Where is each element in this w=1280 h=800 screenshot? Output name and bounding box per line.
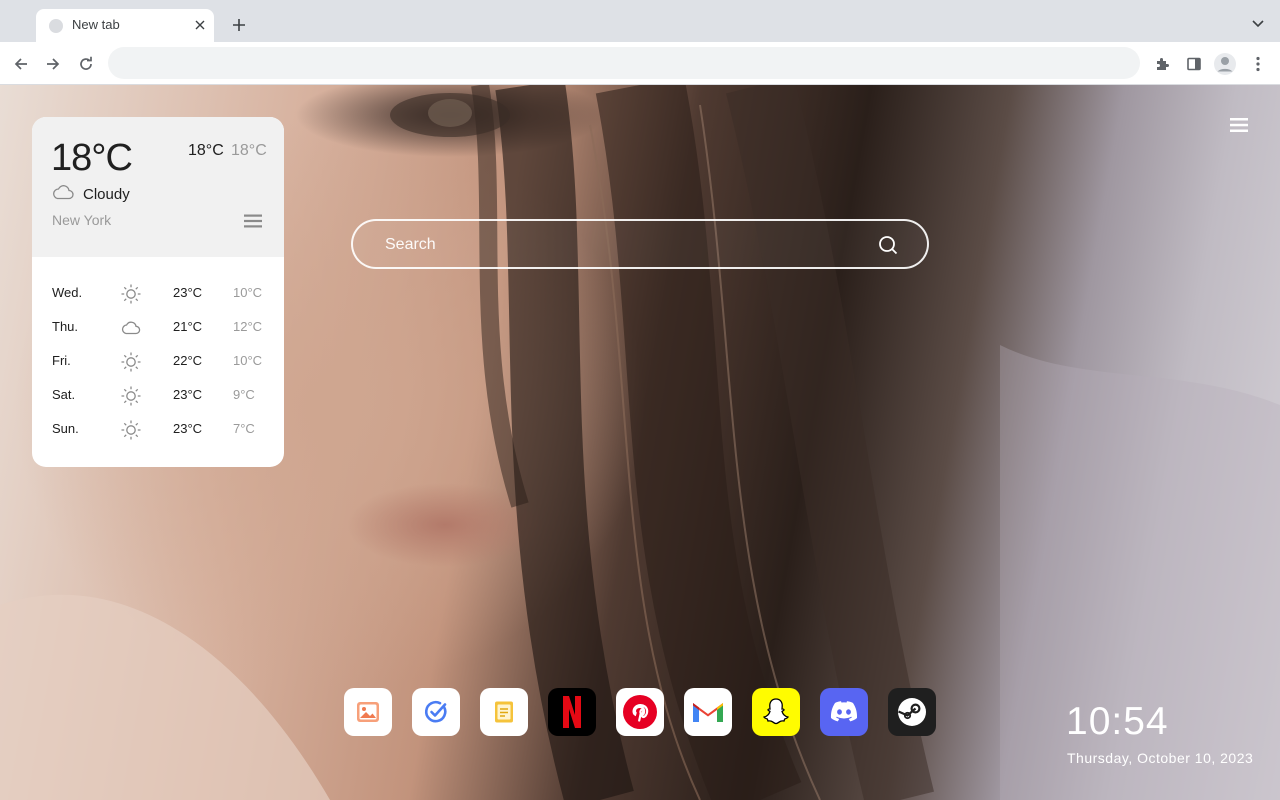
cloud-icon (53, 185, 74, 200)
address-bar[interactable] (108, 47, 1140, 79)
reload-icon (80, 56, 92, 70)
menu-icon (244, 214, 262, 228)
netflix-icon (563, 696, 581, 728)
forecast-day: Thu. (52, 319, 79, 334)
arrow-left-icon (14, 58, 27, 70)
forecast-high: 23°C (173, 387, 203, 402)
forecast-low: 10°C (233, 353, 263, 368)
steam-app-button[interactable] (888, 688, 936, 736)
tab-favicon-icon (49, 19, 63, 33)
pinterest-icon (623, 695, 657, 729)
check-icon (424, 700, 447, 723)
puzzle-icon (1157, 58, 1169, 70)
weather-city: New York (52, 212, 112, 228)
reload-button[interactable] (73, 51, 99, 77)
today-high-temperature: 18°C (188, 142, 224, 159)
netflix-app-button[interactable] (548, 688, 596, 736)
extensions-button[interactable] (1149, 51, 1175, 77)
page-menu-button[interactable] (1228, 115, 1250, 135)
cloud-icon (121, 321, 141, 335)
profile-button[interactable] (1212, 51, 1238, 77)
gallery-app-button[interactable] (344, 688, 392, 736)
steam-icon (898, 698, 926, 726)
tab-close-button[interactable] (191, 16, 209, 34)
weather-menu-button[interactable] (243, 213, 263, 229)
side-panel-button[interactable] (1181, 51, 1207, 77)
more-vertical-icon (1256, 56, 1260, 72)
chevron-down-icon (1252, 20, 1264, 28)
forecast-day: Wed. (52, 285, 83, 300)
browser-menu-button[interactable] (1245, 51, 1271, 77)
menu-icon (1230, 118, 1248, 132)
gmail-icon (693, 703, 723, 722)
forecast-high: 22°C (173, 353, 203, 368)
sun-icon (121, 386, 141, 406)
sun-icon (121, 420, 141, 440)
discord-app-button[interactable] (820, 688, 868, 736)
browser-toolbar (0, 42, 1280, 85)
forecast-low: 10°C (233, 285, 263, 300)
clock-time: 10:54 (1066, 700, 1169, 743)
forecast-row: Wed. 23°C 10°C (32, 277, 284, 311)
forecast-day: Fri. (52, 353, 71, 368)
forecast-low: 9°C (233, 387, 255, 402)
avatar-icon (1214, 53, 1236, 75)
current-temperature: 18°C (51, 137, 133, 179)
search-bar (351, 219, 929, 269)
forecast-row: Fri. 22°C 10°C (32, 345, 284, 379)
forecast-day: Sat. (52, 387, 76, 402)
forecast-low: 7°C (233, 421, 255, 436)
tab-search-button[interactable] (1248, 14, 1268, 34)
tab-title: New tab (72, 17, 120, 32)
snapchat-icon (763, 698, 789, 725)
search-input[interactable] (383, 231, 867, 259)
forecast-day: Sun. (52, 421, 79, 436)
search-icon[interactable] (877, 234, 899, 256)
notes-app-button[interactable] (480, 688, 528, 736)
new-tab-page: 18°C 18°C 18°C Cloudy New York Wed. 23°C… (0, 85, 1280, 800)
forecast-high: 23°C (173, 421, 203, 436)
side-panel-icon (1187, 57, 1201, 71)
forecast-high: 23°C (173, 285, 203, 300)
pinterest-app-button[interactable] (616, 688, 664, 736)
sun-icon (121, 352, 141, 372)
forward-button[interactable] (40, 51, 66, 77)
snapchat-app-button[interactable] (752, 688, 800, 736)
tab-new-tab[interactable]: New tab (36, 9, 214, 42)
note-icon (495, 701, 513, 723)
weather-current: 18°C 18°C 18°C Cloudy New York (32, 117, 284, 257)
close-icon (195, 20, 205, 30)
tasks-app-button[interactable] (412, 688, 460, 736)
forecast-high: 21°C (173, 319, 203, 334)
forecast-low: 12°C (233, 319, 263, 334)
plus-icon (233, 19, 245, 31)
weather-widget: 18°C 18°C 18°C Cloudy New York Wed. 23°C… (32, 117, 284, 467)
new-tab-button[interactable] (228, 14, 250, 36)
gmail-app-button[interactable] (684, 688, 732, 736)
forecast-row: Sat. 23°C 9°C (32, 379, 284, 413)
clock-date: Thursday, October 10, 2023 (1067, 750, 1254, 766)
discord-icon (830, 701, 858, 722)
back-button[interactable] (8, 51, 34, 77)
sun-icon (121, 284, 141, 304)
tab-strip: New tab (0, 0, 1280, 42)
today-low-temperature: 18°C (231, 142, 267, 159)
arrow-right-icon (47, 58, 60, 70)
image-icon (357, 702, 379, 722)
weather-condition: Cloudy (83, 186, 130, 203)
forecast-row: Thu. 21°C 12°C (32, 311, 284, 345)
forecast-row: Sun. 23°C 7°C (32, 413, 284, 447)
